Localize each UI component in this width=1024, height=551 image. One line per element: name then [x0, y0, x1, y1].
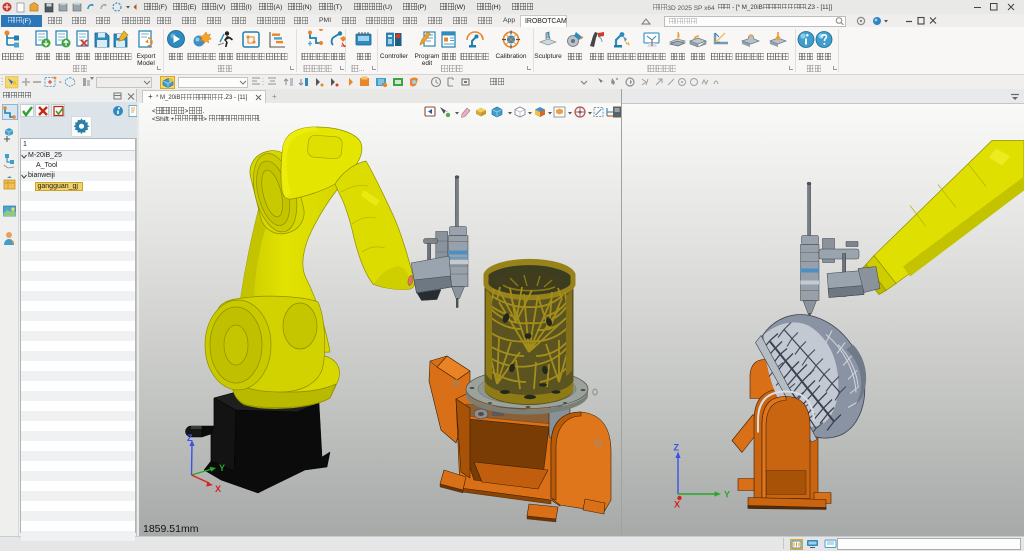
svg-text:Z: Z — [674, 442, 680, 452]
svg-text:1859.51mm: 1859.51mm — [143, 523, 199, 535]
svg-text:Z: Z — [187, 433, 193, 443]
svg-text:Y: Y — [219, 463, 225, 473]
svg-text:X: X — [215, 484, 221, 494]
svg-text:Y: Y — [724, 489, 730, 499]
svg-text:X: X — [674, 499, 680, 509]
